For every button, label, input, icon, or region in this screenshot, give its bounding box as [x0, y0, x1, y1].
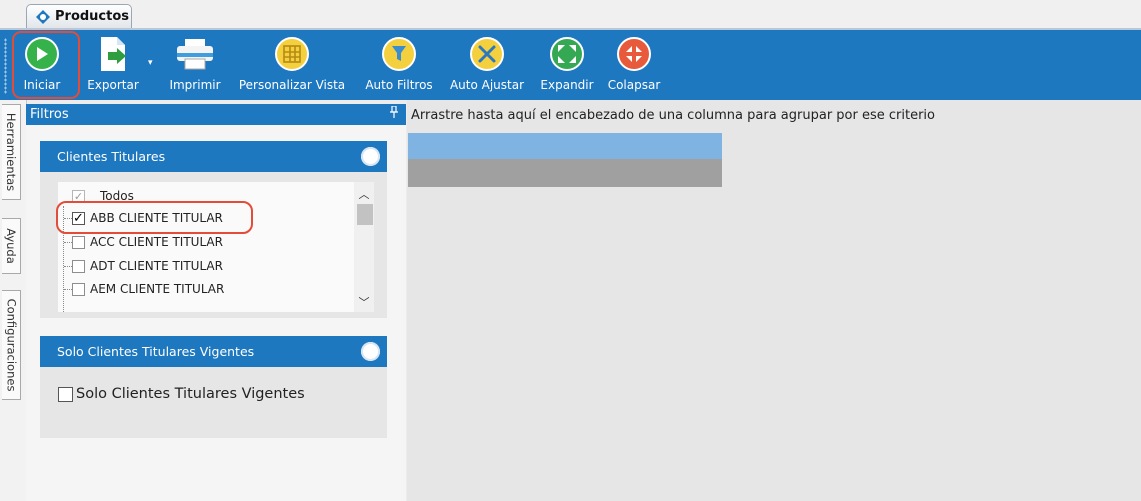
grid-row[interactable] — [408, 159, 722, 187]
grid-layout-icon — [272, 34, 312, 74]
vigentes-checkbox-row[interactable]: Solo Clientes Titulares Vigentes — [58, 386, 305, 402]
grid-area: Arrastre hasta aquí el encabezado de una… — [407, 100, 1141, 501]
collapse-icon — [614, 34, 654, 74]
document-tab-bar: Productos — [0, 0, 1141, 30]
tree-item[interactable]: ACC CLIENTE TITULAR — [58, 231, 223, 253]
export-icon — [93, 34, 133, 74]
colapsar-button[interactable]: Colapsar — [605, 34, 663, 96]
tools-icon — [467, 34, 507, 74]
grid-header[interactable] — [408, 133, 722, 159]
exportar-dropdown-arrow[interactable]: ▾ — [148, 58, 153, 68]
tab-title: Productos — [55, 9, 130, 24]
side-tab-strip: Herramientas Ayuda Configuraciones — [0, 100, 27, 501]
checkbox[interactable] — [72, 259, 85, 273]
scroll-down-icon[interactable]: ﹀ — [354, 294, 374, 310]
filter-icon — [379, 34, 419, 74]
tree-scrollbar[interactable]: ︿ ﹀ — [354, 182, 374, 312]
abb-item-highlight — [56, 201, 253, 234]
exportar-button[interactable]: Exportar — [82, 34, 144, 96]
vigentes-checkbox[interactable] — [58, 386, 73, 402]
group-header: Solo Clientes Titulares Vigentes — [40, 336, 387, 367]
tab-configuraciones[interactable]: Configuraciones — [2, 290, 21, 400]
toolbar-grip[interactable] — [4, 38, 7, 94]
checkbox[interactable] — [72, 235, 85, 249]
expandir-button[interactable]: Expandir — [538, 34, 596, 96]
filters-panel: Filtros Clientes Titulares ✓ Todos ✓ ABB… — [26, 104, 406, 501]
group-by-panel[interactable]: Arrastre hasta aquí el encabezado de una… — [411, 108, 935, 123]
pin-icon[interactable] — [390, 105, 398, 121]
imprimir-button[interactable]: Imprimir — [166, 34, 224, 96]
toolbar: Iniciar Exportar ▾ Imprimir Personalizar… — [0, 30, 1141, 100]
expand-icon — [547, 34, 587, 74]
filters-header: Filtros — [26, 104, 406, 125]
tab-herramientas[interactable]: Herramientas — [2, 104, 21, 200]
auto-ajustar-button[interactable]: Auto Ajustar — [447, 34, 527, 96]
vigentes-group: Solo Clientes Titulares Vigentes Solo Cl… — [40, 336, 387, 438]
auto-filtros-button[interactable]: Auto Filtros — [360, 34, 438, 96]
collapse-knob-icon[interactable] — [361, 342, 380, 361]
checkbox[interactable] — [72, 282, 85, 296]
app-logo-icon — [35, 9, 51, 25]
personalizar-vista-button[interactable]: Personalizar Vista — [234, 34, 350, 96]
iniciar-highlight — [12, 31, 80, 99]
tab-ayuda[interactable]: Ayuda — [2, 218, 21, 274]
tab-productos[interactable]: Productos — [26, 4, 132, 28]
scroll-thumb[interactable] — [357, 204, 373, 225]
group-header: Clientes Titulares — [40, 141, 387, 172]
tree-item[interactable]: ADT CLIENTE TITULAR — [58, 255, 223, 277]
printer-icon — [175, 34, 215, 74]
collapse-knob-icon[interactable] — [361, 147, 380, 166]
tree-item[interactable]: AEM CLIENTE TITULAR — [58, 278, 224, 300]
scroll-up-icon[interactable]: ︿ — [354, 186, 374, 202]
